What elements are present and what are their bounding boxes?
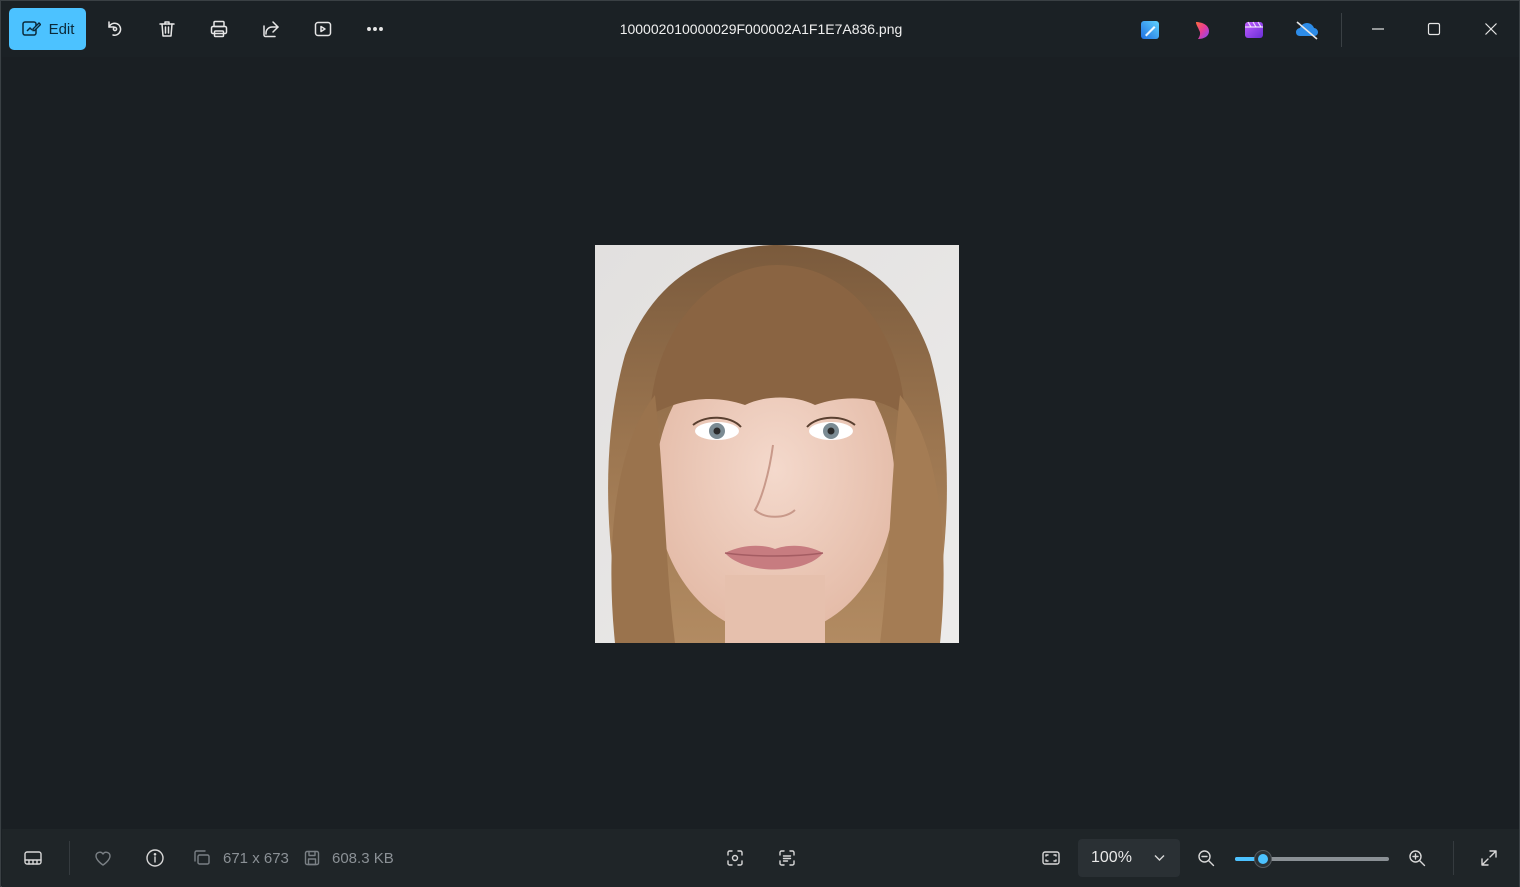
print-icon[interactable]	[205, 15, 233, 43]
designer-icon[interactable]	[1139, 19, 1161, 41]
edit-label: Edit	[48, 20, 75, 38]
close-icon	[1485, 23, 1497, 35]
minimize-button[interactable]	[1363, 15, 1393, 43]
onedrive-icon[interactable]	[1294, 19, 1320, 41]
delete-icon[interactable]	[153, 15, 181, 43]
zoom-slider[interactable]	[1235, 850, 1389, 868]
full-screen-icon[interactable]	[1477, 846, 1501, 870]
chevron-down-icon	[1153, 851, 1166, 869]
toolbar-divider	[1341, 13, 1342, 47]
file-name-title: 100002010000029F000002A1F1E7A836.png	[619, 21, 903, 37]
share-icon[interactable]	[257, 15, 285, 43]
edit-button[interactable]: Edit	[9, 8, 86, 50]
copilot-icon[interactable]	[1243, 19, 1265, 41]
edit-image-icon	[21, 21, 41, 36]
clipchamp-icon[interactable]	[1192, 19, 1214, 41]
rotate-icon[interactable]	[101, 15, 129, 43]
top-toolbar: Edit 100002010000029F000002A1F1E7A836.pn…	[1, 1, 1519, 57]
zoom-slider-thumb[interactable]	[1253, 850, 1272, 868]
file-size: 608.3 KB	[332, 850, 394, 867]
zoom-out-icon[interactable]	[1194, 846, 1218, 870]
portrait-image	[595, 245, 959, 643]
displayed-photo	[595, 245, 959, 643]
status-divider	[69, 841, 70, 875]
close-button[interactable]	[1476, 15, 1506, 43]
image-dimensions: 671 x 673	[223, 850, 289, 867]
status-divider	[1453, 841, 1454, 875]
scan-text-icon[interactable]	[775, 846, 799, 870]
maximize-icon	[1427, 22, 1441, 36]
more-icon[interactable]	[361, 15, 389, 43]
zoom-in-icon[interactable]	[1405, 846, 1429, 870]
zoom-level-value: 100%	[1091, 849, 1132, 866]
maximize-button[interactable]	[1419, 15, 1449, 43]
info-icon[interactable]	[143, 846, 167, 870]
bottom-status-bar: 671 x 673 608.3 KB 100%	[2, 829, 1519, 887]
fit-to-window-icon[interactable]	[1039, 846, 1063, 870]
dimensions-icon	[190, 846, 214, 870]
minimize-icon	[1372, 28, 1384, 30]
file-size-icon	[300, 846, 324, 870]
slideshow-icon[interactable]	[309, 15, 337, 43]
favorite-icon[interactable]	[91, 846, 115, 870]
zoom-level-dropdown[interactable]: 100%	[1078, 839, 1180, 877]
filmstrip-icon[interactable]	[21, 846, 45, 870]
visual-search-icon[interactable]	[723, 846, 747, 870]
photos-window: Edit 100002010000029F000002A1F1E7A836.pn…	[0, 0, 1520, 887]
